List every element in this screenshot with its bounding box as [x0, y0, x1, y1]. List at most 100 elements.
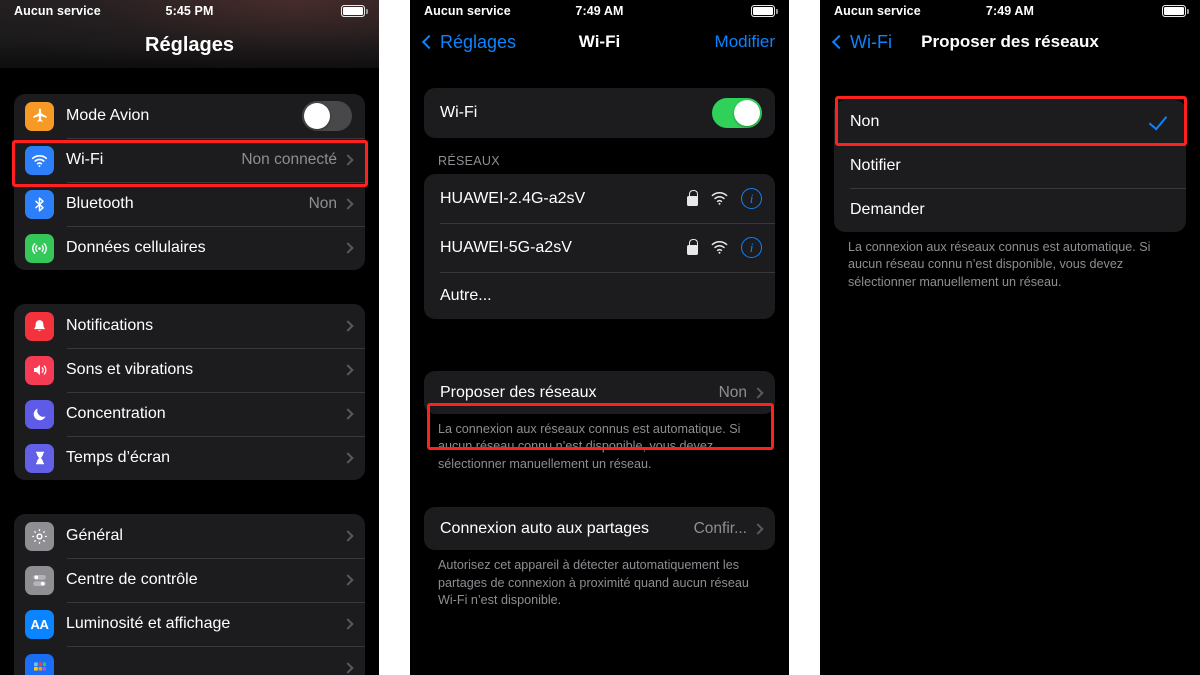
sidebar-item-notifications[interactable]: Notifications: [14, 304, 365, 348]
chevron-right-icon: [342, 364, 354, 376]
info-icon[interactable]: i: [741, 237, 762, 258]
cellular-icon: [25, 233, 54, 263]
carrier-label: Aucun service: [14, 4, 101, 18]
status-bar: Aucun service 5:45 PM: [0, 0, 379, 22]
carrier-label: Aucun service: [424, 4, 511, 18]
sidebar-item-label: Sons et vibrations: [66, 361, 194, 378]
chevron-right-icon: [752, 386, 764, 399]
wifi-toggle[interactable]: [712, 98, 762, 128]
status-bar: Aucun service 7:49 AM: [410, 0, 789, 22]
networks-section-header: RÉSEAUX: [438, 154, 500, 168]
sidebar-item-wifi[interactable]: Wi-Fi Non connecté: [14, 138, 365, 182]
sidebar-item-label: Données cellulaires: [66, 239, 206, 256]
wifi-toggle-label: Wi-Fi: [440, 104, 478, 121]
suggest-networks-group: Proposer des réseaux Non: [424, 371, 775, 414]
battery-icon: [751, 5, 778, 17]
option-row-notifier[interactable]: Notifier: [834, 144, 1186, 188]
chevron-right-icon: [342, 662, 354, 674]
bluetooth-icon: [25, 189, 54, 219]
hotspot-value: Confir...: [693, 519, 747, 537]
wifi-signal-icon: [710, 191, 729, 206]
battery-icon: [1162, 5, 1189, 17]
sidebar-item-label: Général: [66, 527, 123, 544]
moon-icon: [25, 399, 54, 429]
other-network-row[interactable]: Autre...: [424, 272, 775, 319]
wifi-toggle-row[interactable]: Wi-Fi: [424, 88, 775, 138]
control-center-icon: [25, 565, 54, 595]
network-ssid: HUAWEI-2.4G-a2sV: [440, 189, 586, 207]
chevron-right-icon: [342, 618, 354, 630]
option-label: Demander: [850, 201, 925, 218]
network-ssid: HUAWEI-5G-a2sV: [440, 238, 572, 256]
settings-group-notifications: Notifications Sons et vibrations Concent…: [14, 304, 365, 480]
wifi-signal-icon: [710, 240, 729, 255]
suggest-networks-value: Non: [718, 383, 747, 401]
airplane-mode-toggle[interactable]: [302, 101, 352, 131]
checkmark-icon: [1148, 110, 1168, 131]
screenshot-stage: Aucun service 5:45 PM Réglages Mode Avio…: [0, 0, 1200, 675]
status-bar-right: [341, 5, 368, 17]
suggest-options-group: Non Notifier Demander: [834, 100, 1186, 232]
chevron-right-icon: [342, 530, 354, 542]
sidebar-item-general[interactable]: Général: [14, 514, 365, 558]
hotspot-row[interactable]: Connexion auto aux partages Confir...: [424, 507, 775, 550]
sidebar-item-label: Notifications: [66, 317, 154, 334]
suggest-networks-label: Proposer des réseaux: [440, 383, 597, 401]
edit-button[interactable]: Modifier: [715, 32, 775, 52]
option-label: Non: [850, 113, 880, 130]
info-icon[interactable]: i: [741, 188, 762, 209]
settings-group-general: Général Centre de contrôle AA Luminosité…: [14, 514, 365, 675]
other-network-label: Autre...: [440, 286, 492, 304]
phone-panel-settings: Aucun service 5:45 PM Réglages Mode Avio…: [0, 0, 379, 675]
chevron-right-icon: [342, 408, 354, 420]
network-row[interactable]: HUAWEI-2.4G-a2sV i: [424, 174, 775, 223]
carrier-label: Aucun service: [834, 4, 921, 18]
lock-icon: [687, 238, 698, 255]
sidebar-item-label: Centre de contrôle: [66, 571, 198, 588]
back-button[interactable]: Wi-Fi: [831, 31, 892, 53]
sidebar-item-label: Bluetooth: [66, 195, 134, 212]
status-bar: Aucun service 7:49 AM: [820, 0, 1200, 22]
sidebar-item-sounds[interactable]: Sons et vibrations: [14, 348, 365, 392]
display-aa-icon: AA: [25, 609, 54, 639]
sidebar-item-label: Luminosité et affichage: [66, 615, 231, 632]
network-row[interactable]: HUAWEI-5G-a2sV i: [424, 223, 775, 272]
battery-icon: [341, 5, 368, 17]
option-row-demander[interactable]: Demander: [834, 188, 1186, 232]
chevron-right-icon: [342, 452, 354, 464]
sidebar-item-label: Mode Avion: [66, 107, 150, 124]
back-button[interactable]: Réglages: [421, 32, 516, 53]
sidebar-item-cellular-data[interactable]: Données cellulaires: [14, 226, 365, 270]
back-button-label: Wi-Fi: [850, 31, 892, 52]
sidebar-item-screen-time[interactable]: Temps d’écran: [14, 436, 365, 480]
navigation-bar: Wi-Fi Proposer des réseaux: [820, 22, 1200, 62]
speaker-icon: [25, 355, 54, 385]
sidebar-item-focus[interactable]: Concentration: [14, 392, 365, 436]
networks-group: HUAWEI-2.4G-a2sV i HUAWEI-5G-a2sV i Autr…: [424, 174, 775, 319]
wifi-toggle-group: Wi-Fi: [424, 88, 775, 138]
chevron-right-icon: [342, 242, 354, 254]
sidebar-item-label: Wi-Fi: [66, 151, 104, 168]
hotspot-group: Connexion auto aux partages Confir...: [424, 507, 775, 551]
chevron-left-icon: [421, 34, 437, 50]
sidebar-item-label: Temps d’écran: [66, 449, 171, 466]
sidebar-item-display-brightness[interactable]: AA Luminosité et affichage: [14, 602, 365, 646]
status-bar-right: [1162, 5, 1189, 17]
hotspot-label: Connexion auto aux partages: [440, 519, 650, 537]
airplane-icon: [25, 101, 54, 131]
chevron-left-icon: [831, 34, 847, 50]
suggest-networks-row[interactable]: Proposer des réseaux Non: [424, 371, 775, 414]
sidebar-item-airplane-mode[interactable]: Mode Avion: [14, 94, 365, 138]
option-row-non[interactable]: Non: [834, 100, 1186, 144]
phone-panel-suggest-networks: Aucun service 7:49 AM Wi-Fi Proposer des…: [820, 0, 1200, 675]
sidebar-item-control-center[interactable]: Centre de contrôle: [14, 558, 365, 602]
sidebar-item-bluetooth[interactable]: Bluetooth Non: [14, 182, 365, 226]
sidebar-item-home-screen[interactable]: [14, 646, 365, 675]
hotspot-footer: Autorisez cet appareil à détecter automa…: [438, 558, 749, 607]
wifi-icon: [25, 145, 54, 175]
network-row-icons: i: [687, 237, 762, 258]
